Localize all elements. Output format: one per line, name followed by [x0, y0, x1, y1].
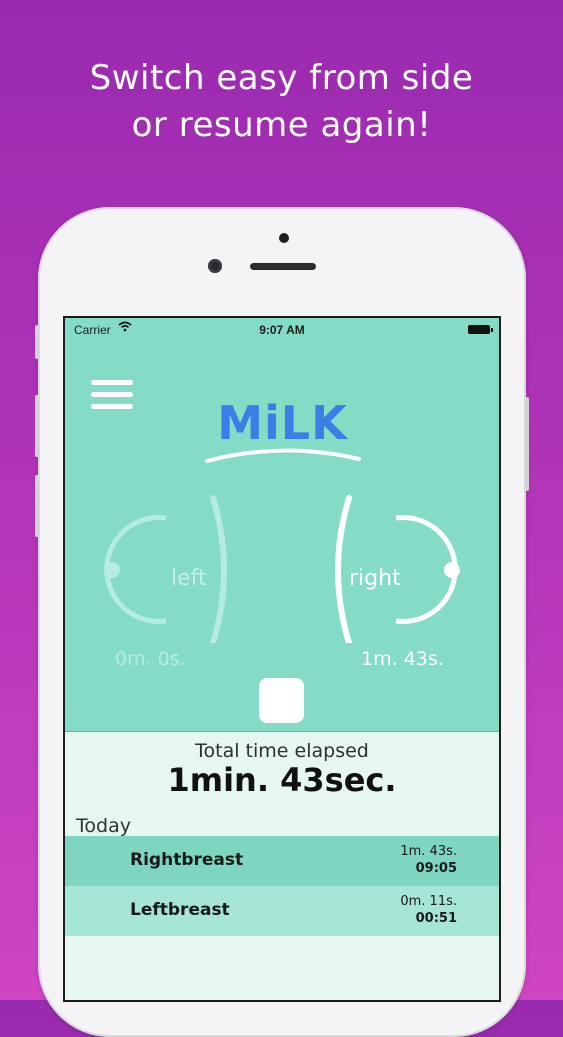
total-time-value: 1min. 43sec.: [167, 761, 397, 799]
history-section-label: Today: [76, 815, 131, 837]
earpiece-speaker: [250, 263, 316, 270]
hamburger-menu-icon[interactable]: [91, 380, 133, 412]
left-breast-time: 0m. 0s.: [115, 648, 186, 670]
logo-smile-icon: [205, 448, 361, 463]
history-row[interactable]: Leftbreast 0m. 11s. 00:51: [65, 886, 499, 936]
history-row[interactable]: Rightbreast 1m. 43s. 09:05: [65, 836, 499, 886]
mute-switch: [35, 325, 39, 359]
app-logo: MiLK: [217, 396, 348, 450]
history-row-name: Rightbreast: [130, 850, 244, 870]
history-row-duration: 1m. 43s.: [400, 844, 457, 859]
history-row-clock: 09:05: [415, 861, 457, 876]
power-button: [525, 397, 529, 491]
front-camera-icon: [208, 259, 222, 273]
status-time: 9:07 AM: [259, 323, 305, 337]
right-breast-label: right: [349, 566, 401, 591]
app-screen: Carrier 9:07 AM MiLK left 0m. 0s. right …: [65, 318, 499, 1000]
left-breast-label: left: [171, 566, 207, 591]
promo-headline: Switch easy from side or resume again!: [0, 55, 563, 149]
headline-line-2: or resume again!: [131, 105, 432, 145]
proximity-sensor: [279, 233, 289, 243]
summary-panel: Total time elapsed 1min. 43sec. Today Ri…: [65, 731, 499, 1000]
stop-button[interactable]: [259, 678, 304, 723]
right-breast-time: 1m. 43s.: [361, 648, 444, 670]
headline-line-1: Switch easy from side: [89, 58, 474, 98]
battery-icon: [468, 325, 493, 334]
volume-up-button: [35, 395, 39, 457]
history-row-name: Leftbreast: [130, 900, 230, 920]
history-row-duration: 0m. 11s.: [400, 894, 457, 909]
history-row-clock: 00:51: [415, 911, 457, 926]
volume-down-button: [35, 475, 39, 537]
status-bar: Carrier 9:07 AM: [65, 318, 499, 340]
total-time-label: Total time elapsed: [195, 740, 369, 762]
